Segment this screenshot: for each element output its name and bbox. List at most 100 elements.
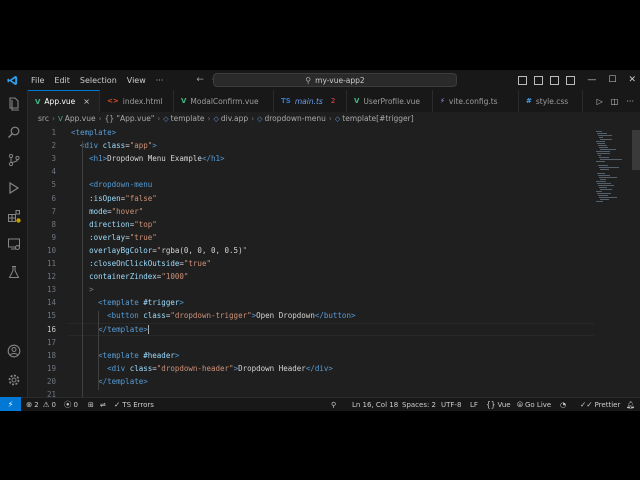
code-line[interactable]: overlayBgColor="rgba(0, 0, 0, 0.5)": [71, 246, 247, 255]
minimize-icon[interactable]: —: [587, 75, 596, 85]
breadcrumb-item[interactable]: {} "App.vue": [105, 114, 155, 123]
tab-style-css[interactable]: # style.css: [519, 90, 583, 112]
errors-warnings-indicator[interactable]: ⊗ 2 ⚠ 0: [26, 398, 56, 411]
code-token: </template>: [98, 324, 148, 334]
code-line[interactable]: <template>: [71, 128, 116, 137]
code-line[interactable]: <dropdown-menu: [71, 180, 152, 189]
toggle-primary-sidebar-icon[interactable]: [518, 75, 528, 85]
cursor-position[interactable]: Ln 16, Col 18: [352, 398, 398, 411]
title-bar: File Edit Selection View ··· ← → ⚲ my-vu…: [0, 70, 640, 90]
code-token: "true": [129, 232, 157, 242]
customize-layout-icon[interactable]: [566, 75, 576, 85]
minimap-line: [597, 193, 611, 194]
ports-indicator[interactable]: ⦿ 0: [64, 398, 78, 411]
code-line[interactable]: :closeOnClickOutside="true": [71, 259, 211, 268]
code-line[interactable]: direction="top": [71, 220, 157, 229]
code-line[interactable]: <div class="dropdown-header">Dropdown He…: [71, 364, 333, 373]
code-line[interactable]: :overlay="true": [71, 233, 157, 242]
error-icon: ⊗: [26, 400, 33, 409]
prettier-indicator[interactable]: ✓✓ Prettier: [580, 398, 620, 411]
split-editor-icon[interactable]: ◫: [611, 97, 619, 106]
code-line[interactable]: <template #header>: [71, 351, 179, 360]
accounts-icon[interactable]: [6, 343, 22, 359]
more-actions-icon[interactable]: ···: [626, 97, 634, 106]
double-check-icon: ✓✓: [580, 400, 593, 409]
search-sidebar-icon[interactable]: [6, 124, 22, 140]
warning-icon: ⚠: [42, 400, 50, 409]
minimap-line: [597, 143, 605, 144]
maximize-icon[interactable]: ☐: [608, 75, 616, 85]
breadcrumb-item[interactable]: dropdown-menu: [265, 114, 326, 123]
nav-back-icon[interactable]: ←: [196, 75, 204, 85]
go-live-button[interactable]: ⦾ Go Live: [517, 398, 551, 411]
zoom-search-icon[interactable]: ⚲: [331, 398, 336, 411]
layout-indicator-icon[interactable]: ⊞: [88, 398, 94, 411]
menu-view[interactable]: View: [122, 76, 151, 85]
close-tab-icon[interactable]: ×: [83, 97, 90, 106]
explorer-icon[interactable]: [6, 96, 22, 112]
code-token: Dropdown Header: [238, 363, 306, 373]
settings-gear-icon[interactable]: [6, 372, 22, 388]
close-window-icon[interactable]: ✕: [628, 75, 636, 85]
command-center-search[interactable]: ⚲ my-vue-app2: [213, 73, 457, 87]
tab-vite-config-ts[interactable]: ⚡ vite.config.ts: [433, 90, 519, 112]
chevron-right-icon: ›: [328, 114, 332, 123]
menu-more[interactable]: ···: [151, 76, 169, 85]
code-line[interactable]: <template #trigger>: [71, 298, 184, 307]
code-line[interactable]: <button class="dropdown-trigger">Open Dr…: [71, 311, 355, 320]
tab-userprofile-vue[interactable]: V UserProfile.vue: [347, 90, 433, 112]
menu-edit[interactable]: Edit: [49, 76, 75, 85]
line-number: 4: [51, 167, 56, 177]
testing-flask-icon[interactable]: [6, 264, 22, 280]
source-control-icon[interactable]: [6, 152, 22, 168]
code-token: "true": [183, 259, 211, 268]
breadcrumb-item[interactable]: template: [171, 114, 205, 123]
chevron-right-icon: ›: [157, 114, 161, 123]
toggle-secondary-sidebar-icon[interactable]: [550, 75, 560, 85]
line-ending[interactable]: LF: [470, 398, 478, 411]
chevron-right-icon: ›: [207, 114, 211, 123]
editor-scrollbar[interactable]: [632, 130, 640, 170]
copilot-icon[interactable]: ◔: [560, 398, 566, 411]
minimap-line: [598, 175, 610, 176]
diff-indicator-icon[interactable]: ⇌: [100, 398, 106, 411]
remote-explorer-icon[interactable]: [6, 236, 22, 252]
menu-selection[interactable]: Selection: [75, 76, 122, 85]
extensions-icon[interactable]: [6, 208, 22, 224]
code-token: containerZindex: [89, 272, 157, 282]
ts-errors-indicator[interactable]: ✓ TS Errors: [114, 398, 154, 411]
tab-modalconfirm-vue[interactable]: V ModalConfirm.vue: [174, 90, 274, 112]
tab-app-vue[interactable]: V App.vue ×: [28, 90, 100, 112]
code-line[interactable]: containerZindex="1000": [71, 272, 188, 281]
breadcrumb-item[interactable]: template[#trigger]: [342, 114, 413, 123]
breadcrumb-item[interactable]: div.app: [221, 114, 248, 123]
breadcrumb-item[interactable]: App.vue: [65, 114, 96, 123]
encoding[interactable]: UTF-8: [441, 398, 461, 411]
breadcrumb-item[interactable]: src: [38, 114, 49, 123]
minimap-line: [596, 151, 610, 152]
indentation[interactable]: Spaces: 2: [402, 398, 436, 411]
code-token: mode: [89, 206, 108, 216]
run-icon[interactable]: ▷: [597, 97, 603, 106]
minimap-line: [600, 149, 616, 150]
menu-file[interactable]: File: [26, 76, 49, 85]
code-line[interactable]: :isOpen="false": [71, 194, 157, 203]
code-token: direction: [89, 219, 130, 229]
code-line[interactable]: <div class="app">: [71, 141, 157, 150]
editor-tabs: V App.vue × <> index.html V ModalConfirm…: [28, 90, 640, 112]
toggle-panel-icon[interactable]: [534, 75, 544, 85]
code-line[interactable]: <h1>Dropdown Menu Example</h1>: [71, 154, 224, 163]
run-debug-icon[interactable]: [6, 180, 22, 196]
tab-main-ts[interactable]: TS main.ts 2: [274, 90, 347, 112]
code-editor[interactable]: 1 <template> 2 <div class="app"> 3 <h1>Drop…: [28, 125, 594, 397]
language-mode[interactable]: {} Vue: [486, 398, 511, 411]
line-number: 5: [51, 180, 56, 190]
tab-index-html[interactable]: <> index.html: [100, 90, 174, 112]
notifications-bell-icon[interactable]: 🔔︎: [626, 398, 635, 411]
remote-indicator-icon[interactable]: ⚡: [0, 397, 21, 411]
